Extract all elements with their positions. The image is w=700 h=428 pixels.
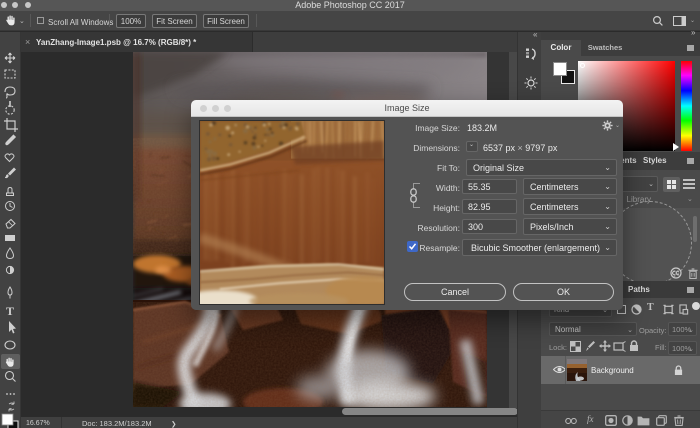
svg-text:T: T [6,304,14,318]
